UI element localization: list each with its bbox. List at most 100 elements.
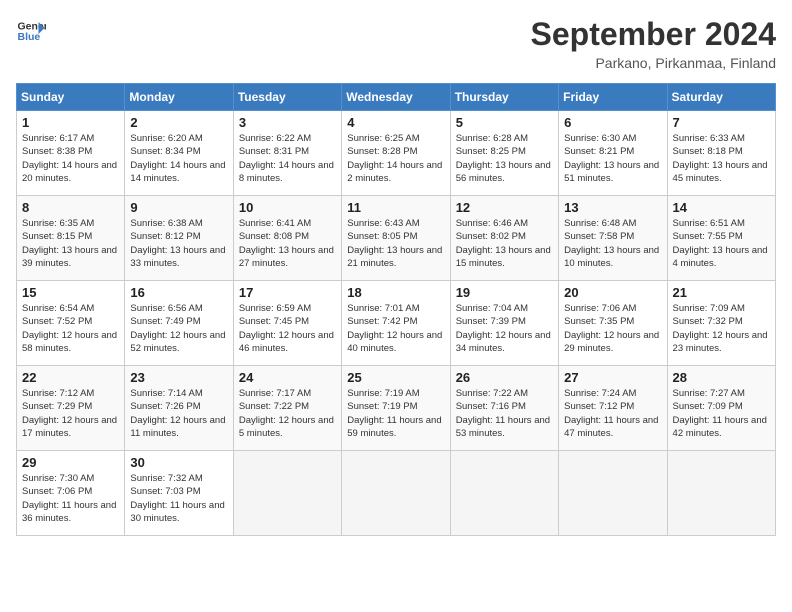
- day-info: Sunrise: 6:41 AMSunset: 8:08 PMDaylight:…: [239, 217, 336, 270]
- calendar-subtitle: Parkano, Pirkanmaa, Finland: [531, 55, 776, 71]
- logo: General Blue: [16, 16, 46, 46]
- calendar-cell: 15Sunrise: 6:54 AMSunset: 7:52 PMDayligh…: [17, 281, 125, 366]
- day-number: 1: [22, 115, 119, 130]
- calendar-cell: [233, 451, 341, 536]
- calendar-cell: 12Sunrise: 6:46 AMSunset: 8:02 PMDayligh…: [450, 196, 558, 281]
- day-info: Sunrise: 7:01 AMSunset: 7:42 PMDaylight:…: [347, 302, 444, 355]
- week-row-4: 22 Sunrise: 7:12 AMSunset: 7:29 PMDayligh…: [17, 366, 776, 451]
- day-info: Sunrise: 7:17 AMSunset: 7:22 PMDaylight:…: [239, 387, 336, 440]
- day-info: Sunrise: 7:12 AMSunset: 7:29 PMDaylight:…: [22, 387, 119, 440]
- day-number: 21: [673, 285, 770, 300]
- day-info: Sunrise: 6:59 AMSunset: 7:45 PMDaylight:…: [239, 302, 336, 355]
- day-info: Sunrise: 6:48 AMSunset: 7:58 PMDaylight:…: [564, 217, 661, 270]
- calendar-cell: 18 Sunrise: 7:01 AMSunset: 7:42 PMDayligh…: [342, 281, 450, 366]
- day-info: Sunrise: 7:06 AMSunset: 7:35 PMDaylight:…: [564, 302, 661, 355]
- day-number: 8: [22, 200, 119, 215]
- day-number: 9: [130, 200, 227, 215]
- calendar-cell: 8Sunrise: 6:35 AMSunset: 8:15 PMDaylight…: [17, 196, 125, 281]
- week-row-5: 29 Sunrise: 7:30 AMSunset: 7:06 PMDayligh…: [17, 451, 776, 536]
- day-number: 5: [456, 115, 553, 130]
- calendar-cell: 16 Sunrise: 6:56 AMSunset: 7:49 PMDayligh…: [125, 281, 233, 366]
- header-sunday: Sunday: [17, 84, 125, 111]
- day-info: Sunrise: 7:30 AMSunset: 7:06 PMDaylight:…: [22, 472, 119, 525]
- day-number: 25: [347, 370, 444, 385]
- day-info: Sunrise: 7:22 AMSunset: 7:16 PMDaylight:…: [456, 387, 553, 440]
- day-number: 11: [347, 200, 444, 215]
- day-info: Sunrise: 7:09 AMSunset: 7:32 PMDaylight:…: [673, 302, 770, 355]
- day-number: 6: [564, 115, 661, 130]
- header-friday: Friday: [559, 84, 667, 111]
- day-info: Sunrise: 7:24 AMSunset: 7:12 PMDaylight:…: [564, 387, 661, 440]
- day-number: 4: [347, 115, 444, 130]
- day-info: Sunrise: 6:20 AMSunset: 8:34 PMDaylight:…: [130, 132, 227, 185]
- calendar-cell: 14 Sunrise: 6:51 AMSunset: 7:55 PMDayligh…: [667, 196, 775, 281]
- day-number: 30: [130, 455, 227, 470]
- day-number: 20: [564, 285, 661, 300]
- calendar-title: September 2024: [531, 16, 776, 53]
- day-number: 7: [673, 115, 770, 130]
- day-number: 13: [564, 200, 661, 215]
- day-number: 17: [239, 285, 336, 300]
- calendar-cell: 28 Sunrise: 7:27 AMSunset: 7:09 PMDayligh…: [667, 366, 775, 451]
- svg-text:Blue: Blue: [18, 31, 41, 43]
- day-info: Sunrise: 7:14 AMSunset: 7:26 PMDaylight:…: [130, 387, 227, 440]
- header-tuesday: Tuesday: [233, 84, 341, 111]
- day-info: Sunrise: 7:04 AMSunset: 7:39 PMDaylight:…: [456, 302, 553, 355]
- day-info: Sunrise: 6:33 AMSunset: 8:18 PMDaylight:…: [673, 132, 770, 185]
- day-number: 24: [239, 370, 336, 385]
- day-info: Sunrise: 6:17 AMSunset: 8:38 PMDaylight:…: [22, 132, 119, 185]
- calendar-cell: 7 Sunrise: 6:33 AMSunset: 8:18 PMDaylight…: [667, 111, 775, 196]
- logo-icon: General Blue: [16, 16, 46, 46]
- header-saturday: Saturday: [667, 84, 775, 111]
- day-info: Sunrise: 6:22 AMSunset: 8:31 PMDaylight:…: [239, 132, 336, 185]
- calendar-cell: 19 Sunrise: 7:04 AMSunset: 7:39 PMDayligh…: [450, 281, 558, 366]
- calendar-cell: 30 Sunrise: 7:32 AMSunset: 7:03 PMDayligh…: [125, 451, 233, 536]
- calendar-cell: 29 Sunrise: 7:30 AMSunset: 7:06 PMDayligh…: [17, 451, 125, 536]
- week-row-2: 8Sunrise: 6:35 AMSunset: 8:15 PMDaylight…: [17, 196, 776, 281]
- day-info: Sunrise: 6:51 AMSunset: 7:55 PMDaylight:…: [673, 217, 770, 270]
- calendar-cell: 9 Sunrise: 6:38 AMSunset: 8:12 PMDaylight…: [125, 196, 233, 281]
- calendar-cell: 2Sunrise: 6:20 AMSunset: 8:34 PMDaylight…: [125, 111, 233, 196]
- title-block: September 2024 Parkano, Pirkanmaa, Finla…: [531, 16, 776, 71]
- day-header-row: Sunday Monday Tuesday Wednesday Thursday…: [17, 84, 776, 111]
- calendar-cell: 5Sunrise: 6:28 AMSunset: 8:25 PMDaylight…: [450, 111, 558, 196]
- day-number: 22: [22, 370, 119, 385]
- day-info: Sunrise: 6:30 AMSunset: 8:21 PMDaylight:…: [564, 132, 661, 185]
- day-info: Sunrise: 7:19 AMSunset: 7:19 PMDaylight:…: [347, 387, 444, 440]
- day-info: Sunrise: 7:27 AMSunset: 7:09 PMDaylight:…: [673, 387, 770, 440]
- day-number: 18: [347, 285, 444, 300]
- day-info: Sunrise: 6:43 AMSunset: 8:05 PMDaylight:…: [347, 217, 444, 270]
- day-info: Sunrise: 7:32 AMSunset: 7:03 PMDaylight:…: [130, 472, 227, 525]
- week-row-3: 15Sunrise: 6:54 AMSunset: 7:52 PMDayligh…: [17, 281, 776, 366]
- day-number: 26: [456, 370, 553, 385]
- calendar-cell: 27Sunrise: 7:24 AMSunset: 7:12 PMDayligh…: [559, 366, 667, 451]
- calendar-table: Sunday Monday Tuesday Wednesday Thursday…: [16, 83, 776, 536]
- day-number: 23: [130, 370, 227, 385]
- header-wednesday: Wednesday: [342, 84, 450, 111]
- calendar-cell: 1 Sunrise: 6:17 AMSunset: 8:38 PMDaylight…: [17, 111, 125, 196]
- day-number: 10: [239, 200, 336, 215]
- calendar-cell: 13 Sunrise: 6:48 AMSunset: 7:58 PMDayligh…: [559, 196, 667, 281]
- day-number: 29: [22, 455, 119, 470]
- calendar-cell: 21 Sunrise: 7:09 AMSunset: 7:32 PMDayligh…: [667, 281, 775, 366]
- week-row-1: 1 Sunrise: 6:17 AMSunset: 8:38 PMDaylight…: [17, 111, 776, 196]
- calendar-cell: 20 Sunrise: 7:06 AMSunset: 7:35 PMDayligh…: [559, 281, 667, 366]
- day-number: 19: [456, 285, 553, 300]
- calendar-cell: [667, 451, 775, 536]
- day-info: Sunrise: 6:25 AMSunset: 8:28 PMDaylight:…: [347, 132, 444, 185]
- calendar-cell: 4 Sunrise: 6:25 AMSunset: 8:28 PMDaylight…: [342, 111, 450, 196]
- calendar-cell: 10 Sunrise: 6:41 AMSunset: 8:08 PMDayligh…: [233, 196, 341, 281]
- calendar-cell: 3Sunrise: 6:22 AMSunset: 8:31 PMDaylight…: [233, 111, 341, 196]
- page-header: General Blue September 2024 Parkano, Pir…: [16, 16, 776, 71]
- calendar-cell: [450, 451, 558, 536]
- day-number: 16: [130, 285, 227, 300]
- header-thursday: Thursday: [450, 84, 558, 111]
- day-number: 28: [673, 370, 770, 385]
- calendar-cell: 25 Sunrise: 7:19 AMSunset: 7:19 PMDayligh…: [342, 366, 450, 451]
- day-info: Sunrise: 6:38 AMSunset: 8:12 PMDaylight:…: [130, 217, 227, 270]
- calendar-cell: 24 Sunrise: 7:17 AMSunset: 7:22 PMDayligh…: [233, 366, 341, 451]
- calendar-cell: 6 Sunrise: 6:30 AMSunset: 8:21 PMDaylight…: [559, 111, 667, 196]
- day-info: Sunrise: 6:56 AMSunset: 7:49 PMDaylight:…: [130, 302, 227, 355]
- calendar-cell: [342, 451, 450, 536]
- day-number: 14: [673, 200, 770, 215]
